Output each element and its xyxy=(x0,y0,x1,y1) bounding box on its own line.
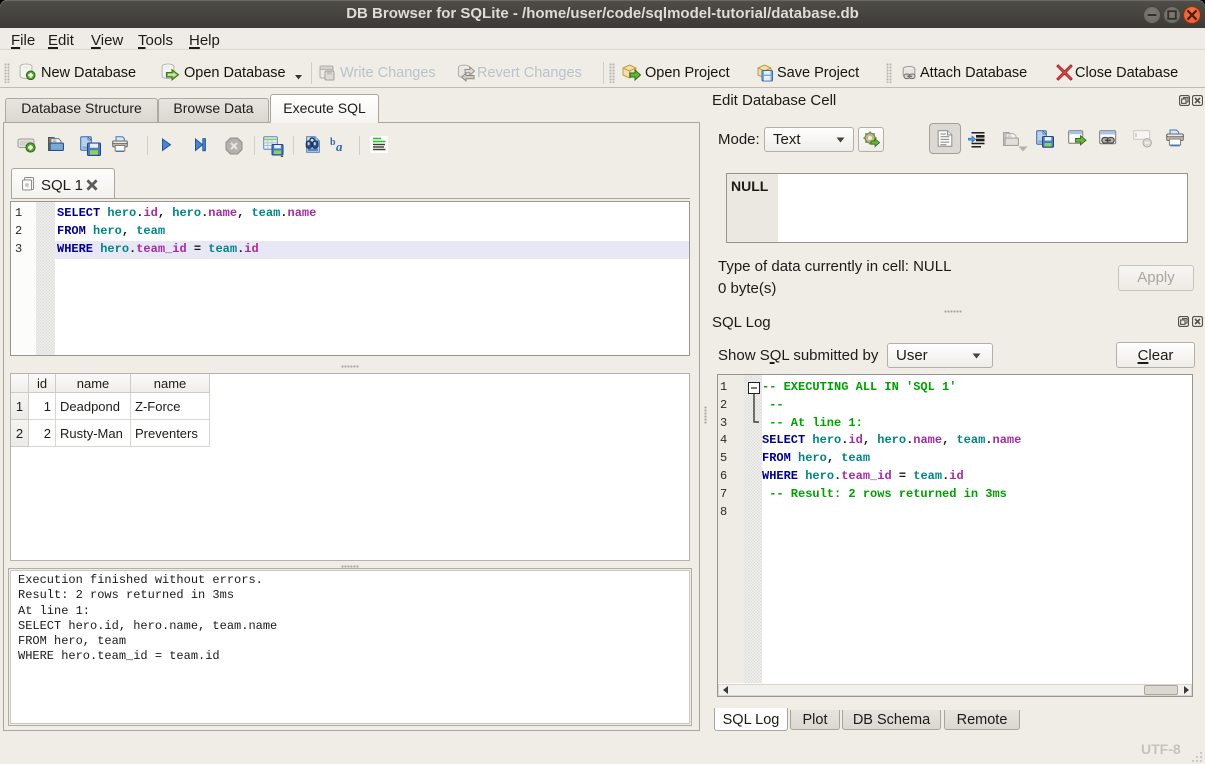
svg-text:a: a xyxy=(336,139,343,154)
